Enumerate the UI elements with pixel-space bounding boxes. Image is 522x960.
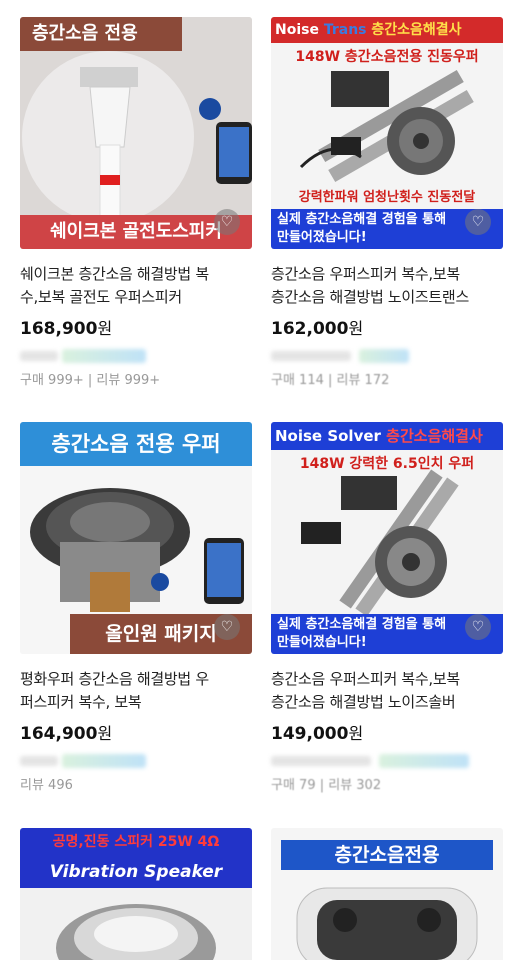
brand-text: Noise Solver bbox=[275, 427, 381, 445]
brand-text: Noise bbox=[275, 22, 319, 38]
product-image[interactable]: Noise Solver 층간소음해결사 148W 강력한 6.5인치 우퍼 실… bbox=[271, 422, 503, 654]
price-value: 168,900 bbox=[20, 319, 98, 339]
banner-top: 층간소음 전용 bbox=[20, 17, 182, 51]
product-image[interactable]: 층간소음전용 bbox=[271, 828, 503, 960]
banner-sub: Vibration Speaker bbox=[49, 862, 223, 882]
product-card[interactable]: Noise Trans 층간소음해결사 148W 층간소음전용 진동우퍼 강력한… bbox=[271, 17, 503, 388]
seller-info-blurred bbox=[271, 347, 503, 365]
brand-text: Trans bbox=[323, 22, 367, 38]
product-stats: 구매 79 | 리뷰 302 bbox=[271, 778, 382, 793]
product-price: 149,000원 bbox=[271, 720, 503, 744]
price-value: 149,000 bbox=[271, 724, 349, 744]
banner-bottom-line: 만들어졌습니다! bbox=[277, 230, 367, 245]
tagline-text: 층간소음해결사 bbox=[371, 22, 462, 38]
product-name[interactable]: 평화우퍼 층간소음 해결방법 우 퍼스피커 복수, 보복 bbox=[20, 668, 252, 714]
seller-info-blurred bbox=[20, 752, 252, 770]
heart-icon[interactable]: ♡ bbox=[214, 209, 240, 235]
product-name[interactable]: 층간소음 우퍼스피커 복수,보복 층간소음 해결방법 노이즈트랜스 bbox=[271, 263, 503, 309]
product-illustration bbox=[271, 876, 503, 960]
price-value: 162,000 bbox=[271, 319, 349, 339]
product-name-line[interactable]: 쉐이크본 층간소음 해결방법 복 bbox=[20, 263, 252, 286]
product-card[interactable]: 층간소음 전용 우퍼 올인원 패키지 ♡ 평화우퍼 층간소음 해결방법 우 퍼스… bbox=[20, 422, 252, 793]
product-price: 168,900원 bbox=[20, 315, 252, 339]
product-image[interactable]: Noise Trans 층간소음해결사 148W 층간소음전용 진동우퍼 강력한… bbox=[271, 17, 503, 249]
product-grid: 층간소음 전용 쉐이크본 골전도스피커 ♡ 쉐이크본 층간소음 해결방법 복 수… bbox=[0, 0, 522, 960]
price-value: 164,900 bbox=[20, 724, 98, 744]
banner-top: 층간소음 전용 우퍼 bbox=[20, 422, 252, 466]
product-name-line[interactable]: 층간소음 해결방법 노이즈트랜스 bbox=[271, 286, 503, 309]
heart-icon[interactable]: ♡ bbox=[465, 209, 491, 235]
product-card[interactable]: 층간소음 전용 쉐이크본 골전도스피커 ♡ 쉐이크본 층간소음 해결방법 복 수… bbox=[20, 17, 252, 388]
tagline-text: 층간소음해결사 bbox=[386, 427, 483, 445]
banner-top: 층간소음전용 bbox=[281, 840, 493, 870]
product-illustration bbox=[20, 888, 252, 960]
price-currency: 원 bbox=[348, 724, 364, 743]
product-stats: 구매 114 | 리뷰 172 bbox=[271, 373, 390, 388]
banner-mid: 강력한파워 엄청난횟수 진동전달 bbox=[298, 190, 476, 205]
product-name-line[interactable]: 층간소음 우퍼스피커 복수,보복 bbox=[271, 668, 503, 691]
seller-info-blurred bbox=[20, 347, 252, 365]
product-name-line[interactable]: 평화우퍼 층간소음 해결방법 우 bbox=[20, 668, 252, 691]
product-card[interactable]: 층간소음전용 bbox=[271, 828, 503, 960]
product-name-line[interactable]: 퍼스피커 복수, 보복 bbox=[20, 691, 252, 714]
product-price: 162,000원 bbox=[271, 315, 503, 339]
product-name[interactable]: 쉐이크본 층간소음 해결방법 복 수,보복 골전도 우퍼스피커 bbox=[20, 263, 252, 309]
product-image[interactable]: 층간소음 전용 우퍼 올인원 패키지 ♡ bbox=[20, 422, 252, 654]
price-currency: 원 bbox=[97, 319, 113, 338]
banner-top: 공명,진동 스피커 25W 4Ω bbox=[52, 834, 220, 850]
banner-sub: 148W 강력한 6.5인치 우퍼 bbox=[299, 456, 475, 472]
banner-top: Noise Trans 층간소음해결사 bbox=[271, 17, 503, 43]
banner-bottom-line: 만들어졌습니다! bbox=[277, 635, 367, 650]
product-image[interactable]: 층간소음 전용 쉐이크본 골전도스피커 ♡ bbox=[20, 17, 252, 249]
product-card[interactable]: Noise Solver 층간소음해결사 148W 강력한 6.5인치 우퍼 실… bbox=[271, 422, 503, 793]
product-name-line[interactable]: 수,보복 골전도 우퍼스피커 bbox=[20, 286, 252, 309]
product-stats: 리뷰 496 bbox=[20, 778, 73, 793]
price-currency: 원 bbox=[97, 724, 113, 743]
product-image[interactable]: 공명,진동 스피커 25W 4Ω Vibration Speaker bbox=[20, 828, 252, 960]
banner-bottom-line: 실제 층간소음해결 경험을 통해 bbox=[277, 617, 447, 632]
banner-top: Noise Solver 층간소음해결사 bbox=[271, 422, 503, 450]
product-stats: 구매 999+ | 리뷰 999+ bbox=[20, 373, 161, 388]
product-name[interactable]: 층간소음 우퍼스피커 복수,보복 층간소음 해결방법 노이즈솔버 bbox=[271, 668, 503, 714]
seller-info-blurred bbox=[271, 752, 503, 770]
heart-icon[interactable]: ♡ bbox=[465, 614, 491, 640]
heart-icon[interactable]: ♡ bbox=[214, 614, 240, 640]
banner-sub: 148W 층간소음전용 진동우퍼 bbox=[295, 49, 479, 65]
product-name-line[interactable]: 층간소음 우퍼스피커 복수,보복 bbox=[271, 263, 503, 286]
product-card[interactable]: 공명,진동 스피커 25W 4Ω Vibration Speaker bbox=[20, 828, 252, 960]
product-price: 164,900원 bbox=[20, 720, 252, 744]
banner-bottom-line: 실제 층간소음해결 경험을 통해 bbox=[277, 212, 447, 227]
product-name-line[interactable]: 층간소음 해결방법 노이즈솔버 bbox=[271, 691, 503, 714]
price-currency: 원 bbox=[348, 319, 364, 338]
